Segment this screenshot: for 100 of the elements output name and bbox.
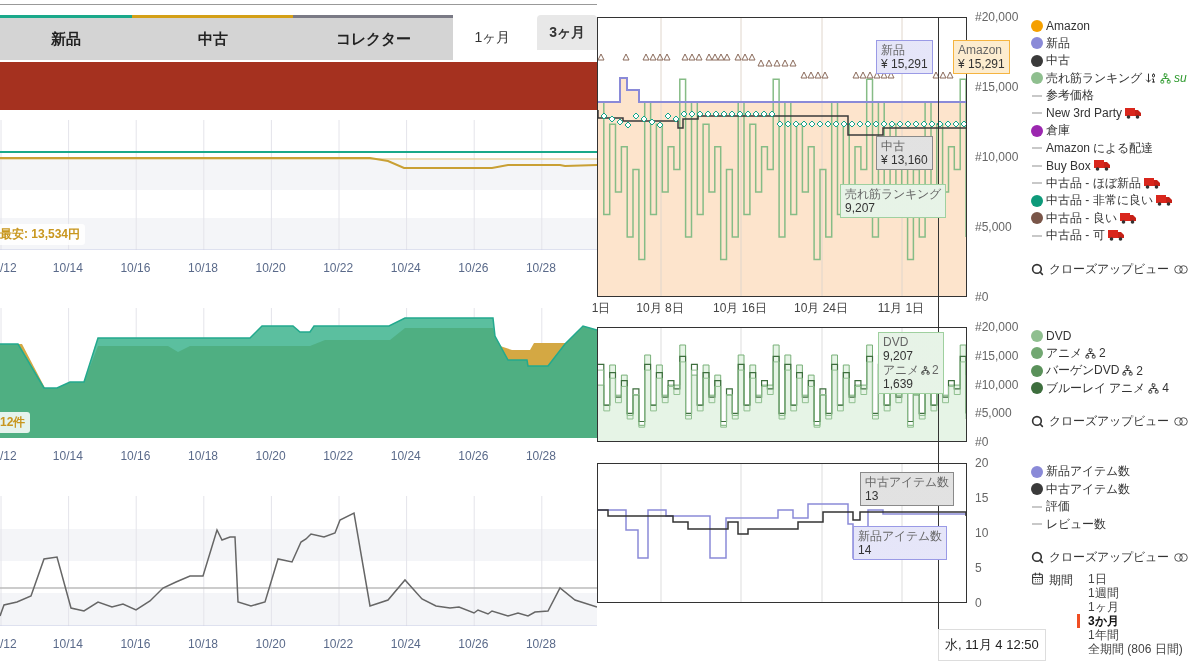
closeup-toggle[interactable]: クローズアップビュー xyxy=(1031,549,1194,566)
period-option[interactable]: 3か月 xyxy=(1077,614,1183,628)
category-count: 2 xyxy=(1136,363,1144,378)
range-tab[interactable]: 3ヶ月 xyxy=(537,15,597,50)
tooltip-label: 新品アイテム数 xyxy=(858,529,942,543)
axis-label: 0 xyxy=(975,596,983,610)
axis-label: 10/26 xyxy=(457,637,490,651)
legend-label[interactable]: 中古 xyxy=(1046,52,1070,70)
axis-label: 10/16 xyxy=(119,449,152,463)
axis-label: 10/14 xyxy=(51,637,84,651)
legend-label[interactable]: 売れ筋ランキング xyxy=(1046,69,1142,87)
cursor-time: 水, 11月 4 12:50 xyxy=(938,629,1046,661)
search-icon xyxy=(1031,415,1044,428)
tooltip-value: 9,207 xyxy=(883,349,915,363)
tooltip-label: Amazon xyxy=(958,43,1003,57)
tooltip-value: 13 xyxy=(865,489,880,503)
axis-label: #0 xyxy=(975,290,990,304)
period-option[interactable]: 1週間 xyxy=(1077,586,1183,600)
hierarchy-icon xyxy=(1148,382,1160,394)
axis-label: 10/18 xyxy=(186,261,219,275)
axis-label: 10/14 xyxy=(51,261,84,275)
legend-label[interactable]: ブルーレイ アニメ xyxy=(1046,379,1146,397)
axis-label: #0 xyxy=(975,435,990,449)
legend-label[interactable]: 参考価格 xyxy=(1046,87,1094,105)
sort-icon[interactable] xyxy=(1145,72,1157,85)
period-option[interactable]: 全期間 (806 日間) xyxy=(1077,642,1183,656)
axis-label: 10/22 xyxy=(322,261,355,275)
axis-label: 10 xyxy=(975,526,990,540)
toggle-icon[interactable] xyxy=(1174,417,1188,426)
axis-label: #5,000 xyxy=(975,406,1013,421)
closeup-toggle[interactable]: クローズアップビュー xyxy=(1031,413,1194,430)
legend-label[interactable]: 中古品 - 可 xyxy=(1046,227,1105,245)
toggle-icon[interactable] xyxy=(1174,553,1188,562)
search-icon xyxy=(1031,262,1044,276)
legend-label[interactable]: レビュー数 xyxy=(1046,515,1106,533)
tooltip-count: 2 xyxy=(932,363,939,377)
legend-dash xyxy=(1032,523,1042,526)
axis-label: 10/22 xyxy=(322,637,355,651)
calendar-icon xyxy=(1031,572,1044,585)
condition-tab[interactable]: 新品 xyxy=(0,15,133,60)
legend-label[interactable]: 中古品 - 良い xyxy=(1046,209,1117,227)
tooltip-label: 売れ筋ランキング xyxy=(845,187,941,201)
axis-label: 10/28 xyxy=(524,449,557,463)
tooltip-value: ¥ 15,291 xyxy=(958,57,1005,71)
legend-label[interactable]: Amazon xyxy=(1046,18,1091,33)
legend-dash xyxy=(1032,164,1042,167)
tooltip-value: 14 xyxy=(858,543,873,557)
axis-label: /12 xyxy=(0,261,18,275)
condition-tab[interactable]: コレクター xyxy=(293,15,453,60)
axis-label: #15,000 xyxy=(975,80,1020,94)
axis-label: #10,000 xyxy=(975,377,1020,392)
hierarchy-icon xyxy=(1085,347,1096,359)
axis-label: 10/20 xyxy=(254,637,287,651)
toggle-icon[interactable] xyxy=(1174,264,1188,274)
legend-dash xyxy=(1032,112,1042,115)
chart-badge: 最安: 13,534円 xyxy=(0,224,86,245)
period-option[interactable]: 1年間 xyxy=(1077,628,1183,642)
axis-label: 5 xyxy=(975,561,983,575)
axis-label: 10/24 xyxy=(389,261,422,275)
period-option[interactable]: 1日 xyxy=(1077,572,1183,586)
chart-badge: 12件 xyxy=(0,412,31,433)
legend-label[interactable]: バーゲンDVD xyxy=(1046,362,1120,380)
hierarchy-icon xyxy=(921,365,930,375)
legend-label[interactable]: 中古品 - 非常に良い xyxy=(1046,192,1153,210)
axis-label: 10月 8日 xyxy=(636,300,684,317)
legend-label[interactable]: 中古アイテム数 xyxy=(1046,480,1130,498)
legend-label[interactable]: DVD xyxy=(1046,328,1072,343)
legend-label[interactable]: 新品 xyxy=(1046,34,1070,52)
closeup-toggle[interactable]: クローズアップビュー xyxy=(1031,260,1194,278)
legend-label[interactable]: 中古品 - ほぼ新品 xyxy=(1046,174,1141,192)
axis-label: 15 xyxy=(975,491,990,505)
period-option[interactable]: 1ヶ月 xyxy=(1077,600,1183,614)
axis-label: 10/26 xyxy=(457,261,490,275)
hierarchy-icon xyxy=(1122,365,1134,377)
legend-dash xyxy=(1032,234,1042,237)
axis-label: 10/16 xyxy=(119,261,152,275)
legend-label[interactable]: New 3rd Party xyxy=(1046,106,1123,121)
axis-label: 10/22 xyxy=(322,449,355,463)
condition-tab[interactable]: 中古 xyxy=(132,15,294,60)
axis-label: #5,000 xyxy=(975,220,1013,234)
tooltip-label: 中古 xyxy=(881,139,905,153)
axis-label: 10/20 xyxy=(254,449,287,463)
tooltip-label: アニメ xyxy=(883,363,919,377)
legend-label[interactable]: 倉庫 xyxy=(1046,122,1070,140)
legend-dash xyxy=(1032,182,1042,185)
legend-label[interactable]: 新品アイテム数 xyxy=(1046,463,1130,481)
legend-label[interactable]: 評価 xyxy=(1046,498,1070,516)
legend-label[interactable]: Amazon による配達 xyxy=(1046,139,1154,157)
axis-label: 10/26 xyxy=(457,449,490,463)
category-label[interactable]: su xyxy=(1174,71,1187,86)
legend-label[interactable]: Buy Box xyxy=(1046,158,1091,173)
legend-label[interactable]: アニメ xyxy=(1046,344,1082,362)
axis-label: #20,000 xyxy=(975,10,1020,24)
tooltip-value: 9,207 xyxy=(845,201,877,215)
period-label: 期間 xyxy=(1049,572,1074,589)
axis-label: 10/18 xyxy=(186,449,219,463)
legend-dash xyxy=(1032,505,1042,508)
tooltip-value: ¥ 13,160 xyxy=(881,153,928,167)
hierarchy-icon xyxy=(1160,72,1171,84)
axis-label: /12 xyxy=(0,449,18,463)
